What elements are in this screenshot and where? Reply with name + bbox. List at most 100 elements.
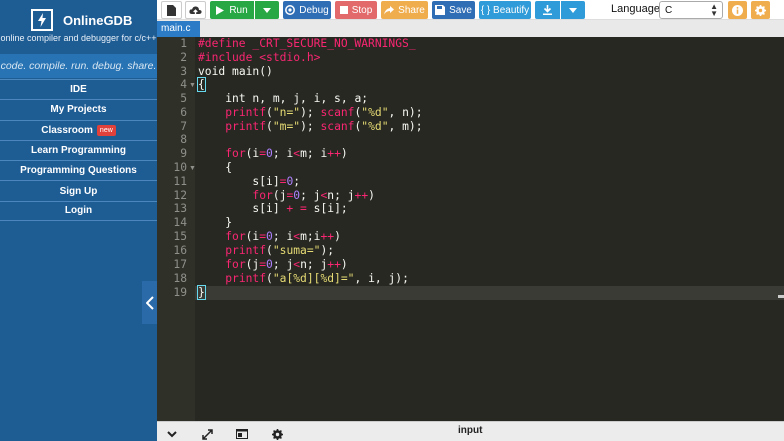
tagline: online compiler and debugger for c/c++ (0, 33, 157, 43)
line-number: 4 (180, 78, 187, 91)
download-button[interactable] (535, 1, 560, 19)
sidebar-nav: IDE My Projects Classroom new Learn Progr… (0, 79, 157, 222)
code-line: for(i=0; i<m;i++) (225, 230, 341, 243)
run-button[interactable]: Run (210, 1, 254, 19)
sidebar-item-label: Login (64, 205, 93, 217)
sidebar-item-programming-questions[interactable]: Programming Questions (0, 160, 157, 180)
play-icon (216, 5, 225, 15)
motto-banner: code. compile. run. debug. share. (0, 54, 157, 78)
share-icon (384, 5, 395, 14)
code-line: #define _CRT_SECURE_NO_WARNINGS_ (198, 37, 416, 50)
window-icon[interactable] (235, 428, 249, 440)
sidebar: OnlineGDB online compiler and debugger f… (0, 0, 157, 441)
line-number: 10 (173, 161, 187, 174)
line-number: 8 (180, 133, 187, 146)
download-options-dropdown[interactable] (561, 1, 585, 19)
share-button[interactable]: Share (381, 1, 428, 19)
debug-label: Debug (299, 4, 329, 16)
fold-arrow-icon[interactable]: ▼ (189, 165, 196, 172)
sidebar-item-sign-up[interactable]: Sign Up (0, 180, 157, 200)
chevron-down-icon[interactable] (165, 428, 179, 440)
stop-icon (339, 6, 348, 14)
new-badge: new (96, 124, 116, 136)
line-number: 18 (173, 272, 187, 285)
line-number: 3 (180, 65, 187, 78)
language-value: C (665, 4, 673, 16)
line-number: 12 (173, 189, 187, 202)
scrollbar-marker[interactable] (778, 295, 784, 298)
line-number: 9 (180, 147, 187, 160)
brand-name: OnlineGDB (63, 12, 133, 28)
input-tab-label[interactable]: input (458, 425, 482, 436)
line-number: 5 (180, 92, 187, 105)
file-tab-bar: main.c (157, 20, 784, 37)
line-number: 13 (173, 202, 187, 215)
bolt-icon (31, 9, 53, 31)
line-number: 15 (173, 230, 187, 243)
gear-icon[interactable] (270, 428, 284, 440)
toolbar: Run Debug Stop Share Save { } Beautify L… (157, 0, 784, 20)
tab-main-c[interactable]: main.c (157, 21, 200, 37)
language-select[interactable]: C ▲ ▼ (659, 1, 723, 19)
run-options-dropdown[interactable] (255, 1, 279, 19)
sidebar-item-login[interactable]: Login (0, 200, 157, 222)
debug-icon (285, 5, 296, 15)
chevron-left-icon (145, 295, 154, 310)
logo[interactable]: OnlineGDB (31, 9, 132, 31)
code-editor[interactable]: 1 2 3 4 ▼ 5 6 7 8 9 10 ▼ 11 12 13 14 15 … (157, 37, 784, 421)
expand-icon[interactable] (200, 428, 214, 440)
sidebar-item-classroom[interactable]: Classroom new (0, 119, 157, 140)
caret-down-icon (569, 7, 577, 13)
collapse-sidebar-button[interactable] (142, 281, 157, 324)
upload-button[interactable] (185, 1, 206, 19)
line-number-gutter: 1 2 3 4 ▼ 5 6 7 8 9 10 ▼ 11 12 13 14 15 … (157, 37, 196, 421)
info-icon (732, 4, 743, 16)
cloud-upload-icon (189, 5, 202, 15)
gear-icon (755, 4, 766, 16)
stop-button[interactable]: Stop (335, 1, 377, 19)
sidebar-item-label: IDE (70, 84, 87, 96)
code-line: printf("n="); scanf("%d", n); (225, 106, 423, 119)
code-line: #include <stdio.h> (198, 51, 321, 64)
save-button[interactable]: Save (432, 1, 475, 19)
line-number: 14 (173, 216, 187, 229)
new-file-button[interactable] (161, 1, 182, 19)
language-label: Language (611, 3, 660, 15)
run-label: Run (229, 4, 248, 16)
code-line: for(i=0; i<m; i++) (225, 147, 348, 160)
code-line: int n, m, j, i, s, a; (225, 92, 369, 105)
code-line: } (198, 216, 233, 229)
select-arrows-icon: ▲ ▼ (710, 2, 718, 18)
save-label: Save (449, 4, 472, 16)
active-line-highlight (195, 286, 784, 300)
file-icon (167, 4, 176, 16)
sidebar-item-learn-programming[interactable]: Learn Programming (0, 139, 157, 160)
sidebar-item-label: Sign Up (59, 185, 98, 197)
code-line: printf("suma="); (225, 244, 335, 257)
code-line: { (198, 161, 233, 174)
stop-label: Stop (351, 4, 373, 16)
code-line: printf("m="); scanf("%d", m); (225, 120, 423, 133)
line-number: 16 (173, 244, 187, 257)
debug-button[interactable]: Debug (283, 1, 331, 19)
bottom-panel: input (157, 421, 784, 441)
line-number: 2 (180, 51, 187, 64)
sidebar-item-label: Programming Questions (20, 165, 137, 177)
line-number: 6 (180, 106, 187, 119)
beautify-button[interactable]: { } Beautify (479, 1, 531, 19)
settings-button[interactable] (751, 1, 770, 19)
sidebar-item-ide[interactable]: IDE (0, 79, 157, 99)
sidebar-item-label: My Projects (50, 104, 107, 116)
line-number: 1 (180, 37, 187, 50)
line-number: 7 (180, 120, 187, 133)
code-line: s[i] + = s[i]; (198, 202, 348, 215)
line-number: 19 (173, 286, 187, 299)
sidebar-item-my-projects[interactable]: My Projects (0, 99, 157, 119)
beautify-label: { } Beautify (480, 4, 530, 16)
code-line: for(j=0; j<n; j++) (225, 258, 348, 271)
sidebar-item-label: Learn Programming (30, 145, 127, 157)
fold-arrow-icon[interactable]: ▼ (189, 82, 196, 89)
info-button[interactable] (728, 1, 747, 19)
code-line: } (197, 285, 206, 300)
sidebar-item-label: Classroom (41, 124, 93, 136)
